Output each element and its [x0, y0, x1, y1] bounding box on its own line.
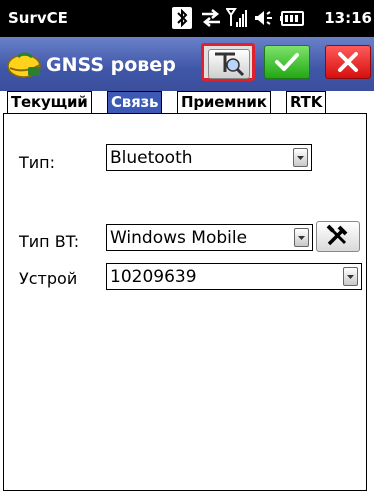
ok-button[interactable]	[264, 45, 310, 79]
tab-rtk[interactable]: RTK	[286, 91, 327, 113]
tab-bar: Текущий Связь Приемник RTK	[0, 91, 374, 113]
device-label: Устрой	[19, 269, 78, 288]
chevron-down-icon[interactable]	[293, 148, 308, 167]
bt-type-select[interactable]: Windows Mobile	[106, 224, 313, 251]
bt-type-label: Тип BT:	[19, 232, 80, 251]
tab-current[interactable]: Текущий	[7, 91, 92, 113]
type-value: Bluetooth	[110, 148, 193, 168]
cancel-x-icon	[338, 52, 358, 72]
type-select[interactable]: Bluetooth	[106, 144, 312, 171]
rover-config-button[interactable]	[201, 43, 255, 81]
volume-icon	[253, 6, 275, 35]
signal-icon	[225, 6, 248, 35]
helmet-logo-icon	[6, 49, 44, 86]
connection-panel: Тип: Bluetooth Тип BT: Windows Mobile Ус…	[3, 113, 367, 491]
tab-receiver[interactable]: Приемник	[177, 91, 271, 113]
status-clock: 13:16	[324, 9, 372, 27]
bt-settings-button[interactable]	[316, 221, 360, 252]
bt-type-value: Windows Mobile	[110, 228, 248, 248]
title-bar: GNSS ровер	[0, 37, 374, 91]
chevron-down-icon[interactable]	[343, 267, 358, 286]
device-select[interactable]: 10209639	[106, 263, 362, 290]
bluetooth-icon	[172, 6, 192, 35]
app-title: GNSS ровер	[46, 54, 176, 76]
status-app-name: SurvCE	[8, 9, 68, 27]
cancel-button[interactable]	[325, 45, 371, 79]
device-value: 10209639	[110, 267, 197, 287]
chevron-down-icon[interactable]	[294, 228, 309, 247]
tools-icon	[326, 224, 348, 246]
rover-config-icon	[208, 49, 250, 79]
status-bar: SurvCE 13:16	[0, 0, 374, 37]
tab-connection[interactable]: Связь	[107, 91, 163, 113]
type-label: Тип:	[19, 153, 56, 172]
ok-check-icon	[275, 53, 299, 71]
data-sync-icon	[200, 6, 222, 35]
battery-icon	[280, 6, 306, 35]
